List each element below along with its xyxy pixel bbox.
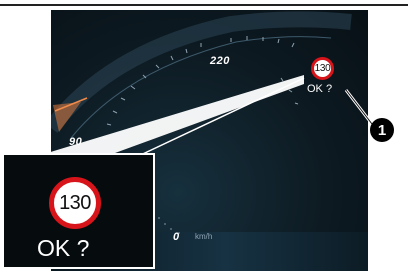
current-speed-value: 0 [173,231,180,243]
top-rule [0,4,408,6]
gauge-arc-inner [70,36,332,139]
zoom-inset: 130 OK ? [2,153,155,269]
callout-marker: 1 [370,118,394,142]
speed-limit-value-zoomed: 130 [59,191,91,214]
speed-limit-value: 130 [314,63,331,74]
speed-unit-label: km/h [195,232,213,241]
speed-limit-sign-zoomed: 130 [49,177,101,229]
speed-limit-ok-prompt-zoomed: OK ? [37,235,90,261]
gauge-label-high: 220 [210,55,230,67]
gauge-label-low: 90 [69,136,83,148]
speed-limit-ok-prompt: OK ? [307,83,333,95]
speed-limit-sign: 130 [311,57,334,80]
